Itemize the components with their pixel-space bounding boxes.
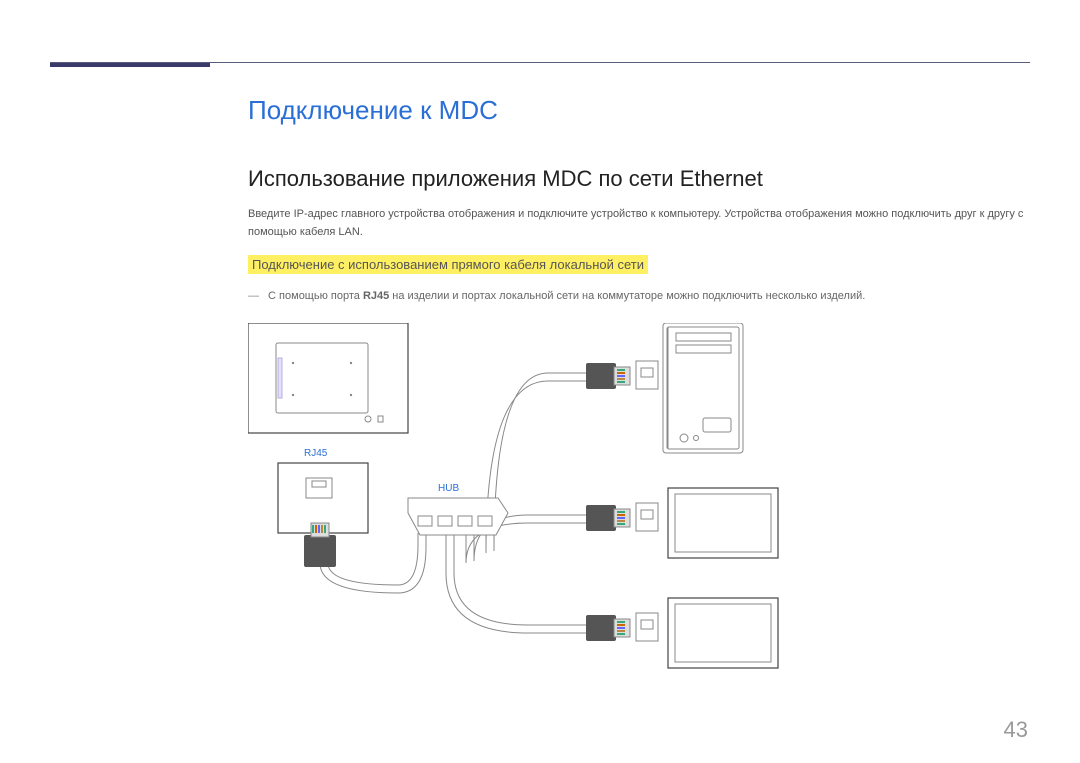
rj45-plug-3-icon (586, 615, 630, 641)
diagram-svg (248, 323, 808, 703)
page-number: 43 (1004, 717, 1028, 743)
display-right-1-icon (636, 488, 778, 558)
note-part-2: на изделии и портах локальной сети на ко… (389, 290, 865, 302)
pc-tower-icon (663, 323, 743, 453)
page-title: Подключение к MDC (248, 95, 1030, 126)
display-back-icon (248, 323, 408, 433)
hub-label: HUB (438, 483, 459, 494)
accent-bar (50, 63, 210, 67)
rj45-plug-2-icon (586, 505, 630, 531)
note-bold: RJ45 (363, 290, 389, 302)
rj45-label: RJ45 (304, 448, 327, 459)
section-heading: Использование приложения MDC по сети Eth… (248, 166, 1030, 192)
note-part-1: С помощью порта (265, 290, 363, 302)
display-right-2-icon (636, 598, 778, 668)
rj45-plug-1-icon (586, 363, 630, 389)
intro-paragraph: Введите IP-адрес главного устройства ото… (248, 206, 1030, 241)
rj45-port-pc-icon (636, 361, 658, 389)
main-content: Подключение к MDC Использование приложен… (248, 95, 1030, 703)
highlight-text: Подключение с использованием прямого каб… (248, 255, 648, 274)
connection-diagram: RJ45 HUB (248, 323, 808, 703)
note-text: ― С помощью порта RJ45 на изделии и порт… (248, 288, 1030, 305)
note-dash: ― (248, 290, 259, 302)
hub-icon (408, 498, 508, 535)
